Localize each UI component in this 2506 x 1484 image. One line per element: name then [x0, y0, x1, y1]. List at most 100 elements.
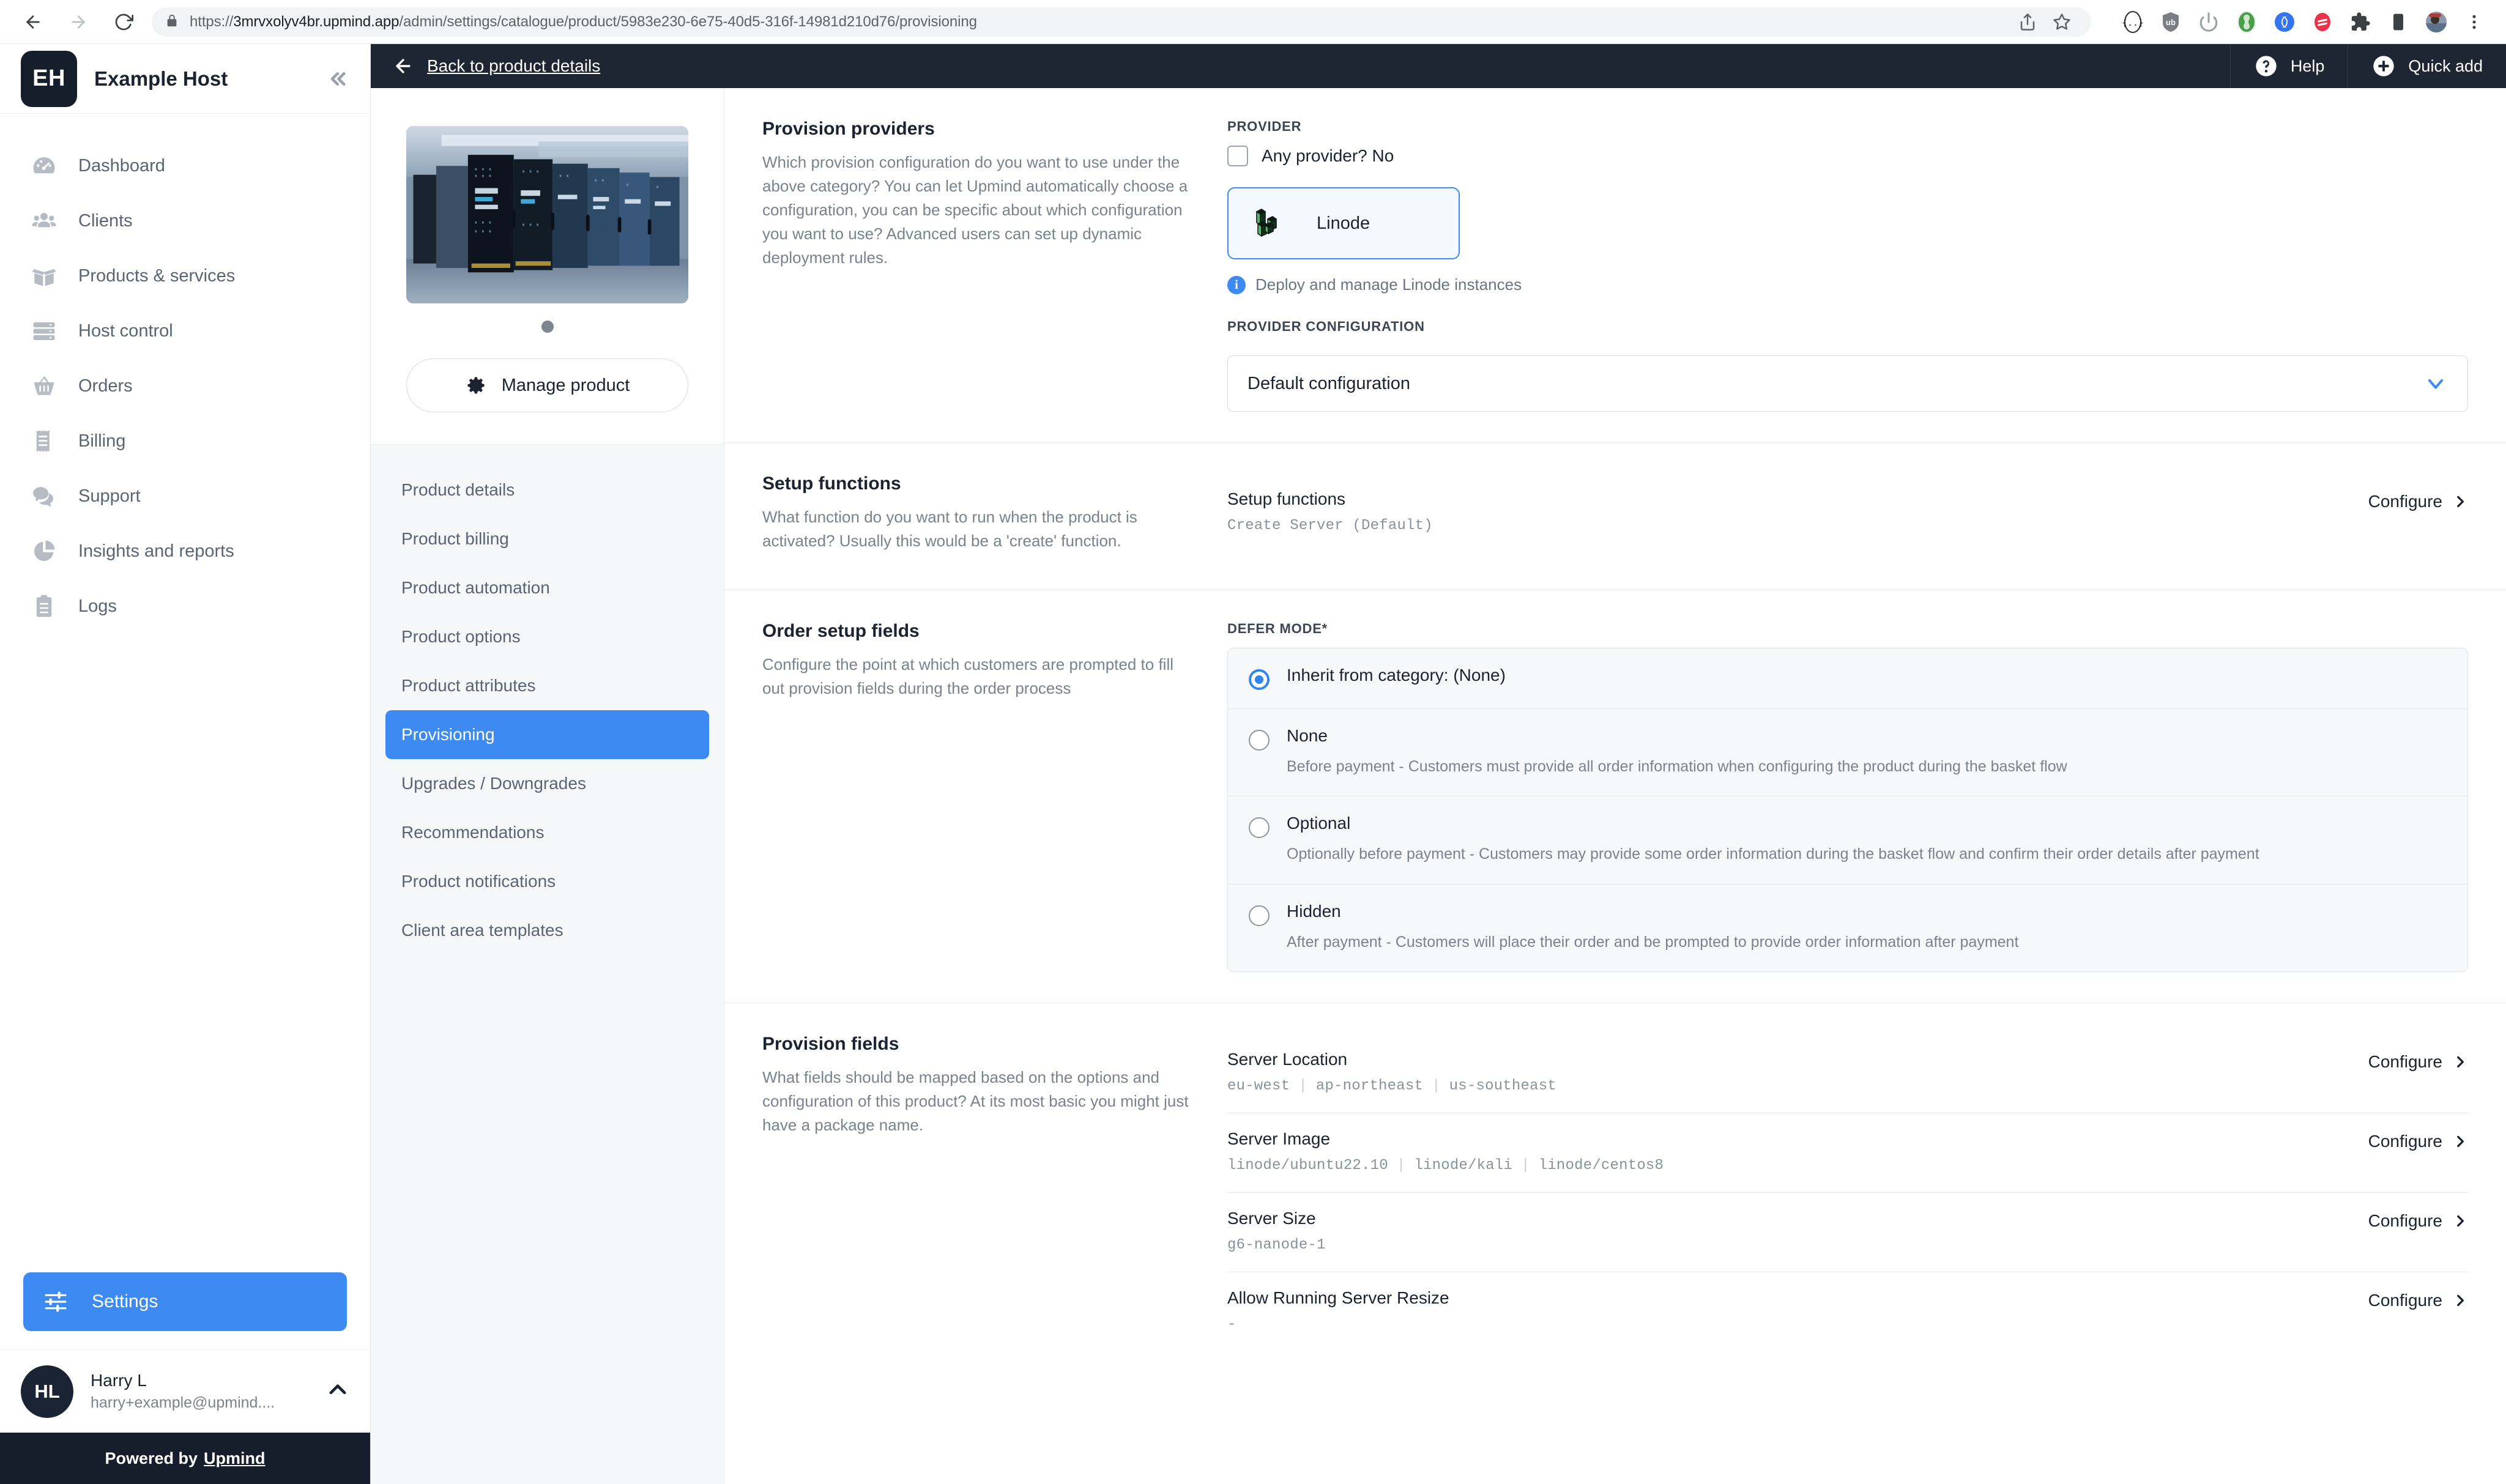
manage-product-button[interactable]: Manage product: [406, 358, 688, 412]
provider-name: Linode: [1317, 213, 1370, 233]
carousel-dot-1[interactable]: [541, 321, 554, 333]
sub-nav-item-product-attributes[interactable]: Product attributes: [385, 661, 709, 710]
sub-nav-item-product-billing[interactable]: Product billing: [385, 514, 709, 563]
upmind-link[interactable]: Upmind: [204, 1449, 266, 1468]
any-provider-checkbox[interactable]: [1227, 146, 1248, 166]
share-icon[interactable]: [2012, 6, 2043, 38]
sidebar-item-billing[interactable]: Billing: [0, 414, 370, 469]
profile-avatar[interactable]: [2420, 6, 2452, 38]
user-email: harry+example@upmind....: [91, 1394, 275, 1411]
provision-field-row-server-size: Server Size g6-nanode-1 Configure: [1227, 1193, 2468, 1272]
back-button[interactable]: [16, 5, 50, 39]
sidebar-item-products-services[interactable]: Products & services: [0, 248, 370, 303]
section-description: Which provision configuration do you wan…: [762, 153, 1188, 267]
row-title: Allow Running Server Resize: [1227, 1288, 1449, 1307]
avatar: HL: [21, 1365, 73, 1418]
quick-add-button[interactable]: Quick add: [2348, 44, 2506, 88]
shazam-extension-icon[interactable]: [2269, 6, 2300, 38]
provider-hint-text: Deploy and manage Linode instances: [1255, 275, 1522, 294]
device-toolbar-icon[interactable]: [2382, 6, 2414, 38]
sub-nav-label: Product billing: [401, 529, 509, 548]
brand-row[interactable]: EH Example Host: [0, 44, 370, 114]
sub-nav-item-product-options[interactable]: Product options: [385, 612, 709, 661]
puzzle-extensions-icon[interactable]: [2344, 6, 2376, 38]
radio-label: Inherit from category: (None): [1287, 666, 1506, 684]
row-value: g6-nanode-1: [1227, 1236, 1326, 1253]
section-description: What function do you want to run when th…: [762, 508, 1137, 550]
radio-input-hidden[interactable]: [1249, 905, 1270, 926]
radio-description: After payment - Customers will place the…: [1287, 933, 2019, 951]
sidebar-item-label: Support: [78, 486, 141, 506]
sidebar-item-dashboard[interactable]: Dashboard: [0, 138, 370, 193]
radio-option-none[interactable]: None Before payment - Customers must pro…: [1228, 709, 2467, 797]
chevron-right-icon: [2457, 1056, 2464, 1067]
ublock-shield-icon[interactable]: ub: [2155, 6, 2187, 38]
chevron-down-icon[interactable]: [2423, 371, 2448, 396]
grammarly-extension-icon[interactable]: [2307, 6, 2338, 38]
sidebar-item-logs[interactable]: Logs: [0, 579, 370, 634]
configure-server-image-button[interactable]: Configure: [2350, 1129, 2468, 1151]
provider-card-linode[interactable]: Linode: [1227, 187, 1460, 259]
sub-nav-item-product-automation[interactable]: Product automation: [385, 563, 709, 612]
radio-option-inherit[interactable]: Inherit from category: (None): [1228, 648, 2467, 709]
server-icon: [31, 317, 58, 344]
sidebar-item-support[interactable]: Support: [0, 469, 370, 524]
sidebar-item-orders[interactable]: Orders: [0, 358, 370, 414]
row-title: Server Location: [1227, 1049, 1348, 1069]
sidebar-item-label: Orders: [78, 376, 133, 396]
brand-name: Example Host: [94, 67, 228, 90]
configure-allow-running-server-resize-button[interactable]: Configure: [2350, 1288, 2468, 1310]
sub-nav-item-provisioning[interactable]: Provisioning: [385, 710, 709, 759]
sub-nav-item-client-area-templates[interactable]: Client area templates: [385, 906, 709, 955]
chrome-menu-icon[interactable]: [2458, 6, 2490, 38]
forward-button[interactable]: [61, 5, 95, 39]
sub-nav-label: Product details: [401, 480, 515, 499]
help-circle-icon: [2256, 56, 2277, 76]
help-button[interactable]: Help: [2229, 44, 2348, 88]
password-manager-extension-icon[interactable]: [2231, 6, 2262, 38]
page-topbar: Back to product details Help Quick add: [371, 44, 2506, 88]
chevron-up-icon[interactable]: [326, 1378, 349, 1404]
url-text: https://3mrvxolyv4br.upmind.app/admin/se…: [190, 13, 977, 31]
configure-server-location-button[interactable]: Configure: [2350, 1050, 2468, 1072]
sidebar-item-clients[interactable]: Clients: [0, 193, 370, 248]
carousel-dots[interactable]: [406, 303, 688, 333]
radio-label: Hidden: [1287, 901, 1341, 921]
url-path: /admin/settings/catalogue/product/5983e2…: [399, 13, 977, 30]
sub-nav-label: Client area templates: [401, 921, 563, 940]
provider-hint-row: i Deploy and manage Linode instances: [1227, 275, 2468, 294]
radio-input-inherit[interactable]: [1249, 669, 1270, 690]
url-scheme: https://: [190, 13, 234, 30]
configure-setup-functions-button[interactable]: Configure: [2350, 489, 2468, 511]
info-icon: i: [1227, 275, 1246, 294]
radio-option-hidden[interactable]: Hidden After payment - Customers will pl…: [1228, 884, 2467, 971]
sidebar-item-insights-reports[interactable]: Insights and reports: [0, 524, 370, 579]
user-account-row[interactable]: HL Harry L harry+example@upmind....: [0, 1349, 370, 1433]
sub-nav-item-product-notifications[interactable]: Product notifications: [385, 857, 709, 906]
radio-input-none[interactable]: [1249, 730, 1270, 751]
radio-option-optional[interactable]: Optional Optionally before payment - Cus…: [1228, 796, 2467, 885]
section-provision-providers: Provision providers Which provision conf…: [724, 88, 2506, 443]
collapse-sidebar-button[interactable]: [324, 66, 349, 92]
sub-nav-item-upgrades-downgrades[interactable]: Upgrades / Downgrades: [385, 759, 709, 808]
configure-server-size-button[interactable]: Configure: [2350, 1209, 2468, 1231]
sub-nav-item-product-details[interactable]: Product details: [385, 466, 709, 514]
section-setup-functions: Setup functions What function do you wan…: [724, 443, 2506, 590]
any-provider-checkbox-row[interactable]: Any provider? No: [1227, 146, 2468, 166]
reload-button[interactable]: [106, 5, 141, 39]
sidebar-item-host-control[interactable]: Host control: [0, 303, 370, 358]
address-bar[interactable]: https://3mrvxolyv4br.upmind.app/admin/se…: [152, 7, 2091, 37]
gear-icon: [467, 377, 485, 394]
provider-configuration-select[interactable]: Default configuration: [1227, 355, 2468, 412]
svg-text:{..}: {..}: [2122, 17, 2144, 28]
brand-logo: EH: [21, 50, 77, 107]
app-shell: EH Example Host Dashboard Clients Produc…: [0, 44, 2506, 1484]
bookmark-star-icon[interactable]: [2046, 6, 2078, 38]
json-viewer-extension-icon[interactable]: {..}: [2117, 6, 2149, 38]
power-toggle-icon[interactable]: [2193, 6, 2225, 38]
sub-nav-item-recommendations[interactable]: Recommendations: [385, 808, 709, 857]
settings-button[interactable]: Settings: [23, 1272, 347, 1331]
radio-input-optional[interactable]: [1249, 817, 1270, 839]
back-to-product-details-link[interactable]: Back to product details: [393, 56, 600, 76]
linode-logo-icon: [1251, 203, 1291, 243]
